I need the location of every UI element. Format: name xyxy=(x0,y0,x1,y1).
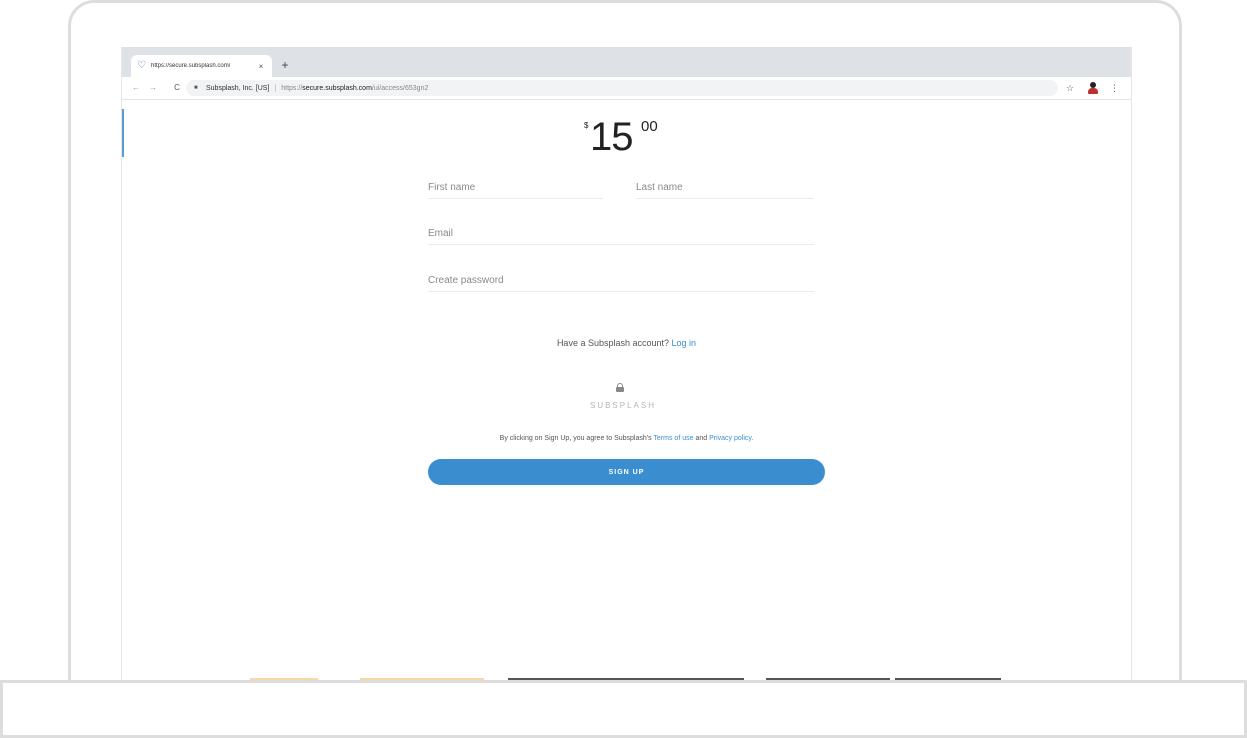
email-input[interactable] xyxy=(428,223,814,244)
reload-icon[interactable]: C xyxy=(171,82,183,94)
star-icon[interactable]: ☆ xyxy=(1064,82,1076,94)
url-path: /ui/access/653gn2 xyxy=(371,84,429,92)
first-name-field xyxy=(428,177,603,199)
tab-title: https://secure.subsplash.com/ xyxy=(151,63,231,69)
account-prompt-text: Have a Subsplash account? xyxy=(556,338,670,348)
terms-prefix: By clicking on Sign Up, you agree to Sub… xyxy=(499,435,652,442)
forward-icon[interactable]: → xyxy=(147,82,159,94)
heart-icon: ♡ xyxy=(137,60,146,71)
menu-icon[interactable]: ⋮ xyxy=(1110,82,1119,94)
browser-tabstrip: ♡ https://secure.subsplash.com/ × + xyxy=(122,47,1131,77)
privacy-policy-link[interactable]: Privacy policy. xyxy=(709,435,753,442)
browser-tab[interactable]: ♡ https://secure.subsplash.com/ × xyxy=(131,55,272,77)
terms-and: and xyxy=(695,435,708,442)
url-scheme: https:// xyxy=(281,84,303,92)
subsplash-logo: SUBSPLASH xyxy=(589,401,657,410)
lock-icon-body xyxy=(616,387,624,392)
lock-icon xyxy=(616,383,624,392)
email-field xyxy=(428,223,814,245)
new-tab-button[interactable]: + xyxy=(278,58,292,72)
price-cents: 00 xyxy=(641,118,658,135)
browser-toolbar: ← → C ■ Subsplash, Inc. [US] | https://s… xyxy=(122,77,1131,100)
last-name-input[interactable] xyxy=(636,177,814,198)
screen: ♡ https://secure.subsplash.com/ × + ← → … xyxy=(121,47,1132,680)
address-bar[interactable]: ■ Subsplash, Inc. [US] | https://secure.… xyxy=(186,80,1058,96)
back-icon[interactable]: ← xyxy=(130,82,142,94)
password-field xyxy=(428,270,814,292)
site-identity: Subsplash, Inc. [US] xyxy=(206,84,270,92)
focus-indicator xyxy=(122,109,124,157)
terms-of-use-link[interactable]: Terms of use xyxy=(653,435,693,442)
first-name-input[interactable] xyxy=(428,177,603,198)
account-prompt: Have a Subsplash account? Log in xyxy=(122,338,1131,348)
price-amount: 15 xyxy=(590,115,633,159)
lock-icon: ■ xyxy=(194,85,198,91)
last-name-field xyxy=(636,177,814,199)
login-link[interactable]: Log in xyxy=(672,338,697,348)
laptop-base xyxy=(0,680,1247,738)
extension-icon[interactable] xyxy=(1088,82,1098,94)
password-input[interactable] xyxy=(428,270,814,291)
terms-notice: By clicking on Sign Up, you agree to Sub… xyxy=(122,435,1131,442)
close-icon[interactable]: × xyxy=(256,62,266,71)
url-host: secure.subsplash.com xyxy=(302,84,372,92)
extension-icon-body xyxy=(1088,88,1098,94)
omnibox-separator: | xyxy=(274,84,277,92)
price-currency: $ xyxy=(584,121,589,130)
sign-up-button[interactable]: SIGN UP xyxy=(428,459,825,485)
